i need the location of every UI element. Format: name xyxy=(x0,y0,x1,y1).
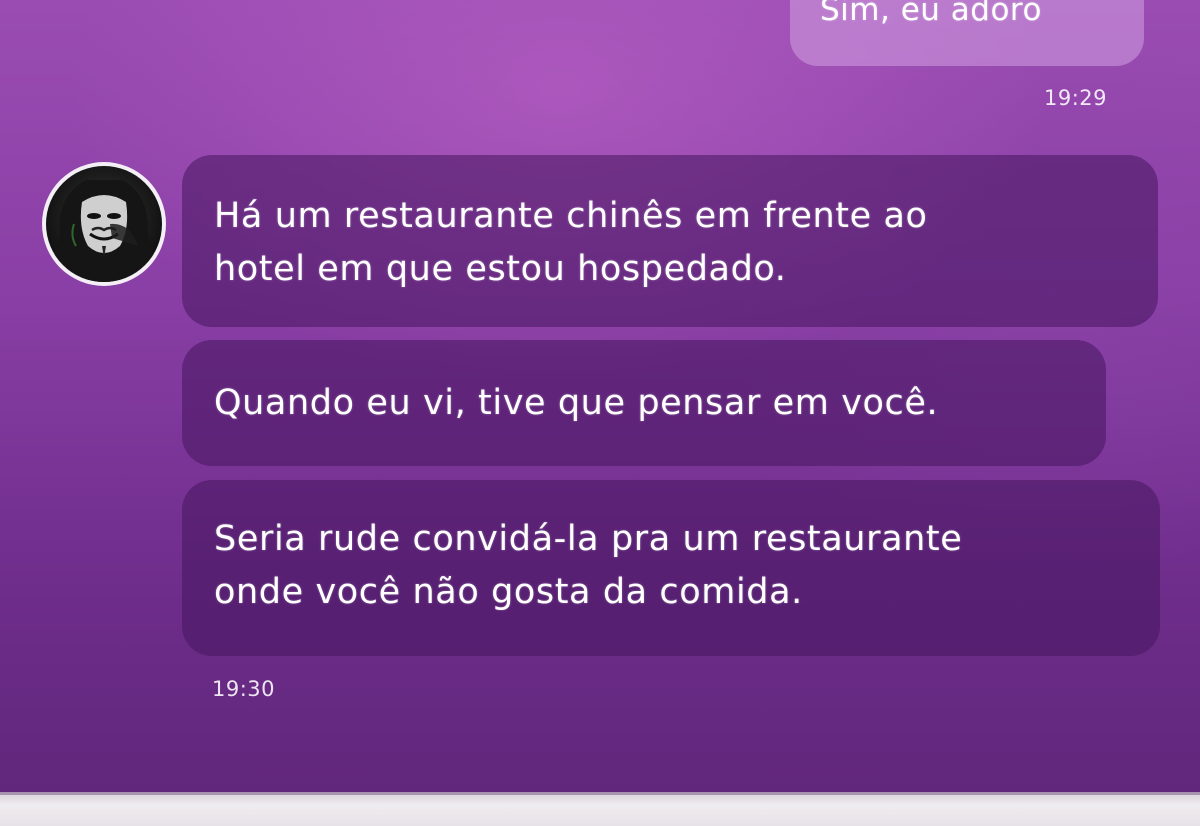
incoming-message-line: Seria rude convidá-la pra um restaurante xyxy=(214,519,963,559)
incoming-message-line: onde você não gosta da comida. xyxy=(214,572,803,612)
incoming-message-bubble[interactable]: Seria rude convidá-la pra um restaurante… xyxy=(182,480,1160,656)
incoming-message-line: Há um restaurante chinês em frente ao xyxy=(214,196,928,236)
incoming-message-line: Quando eu vi, tive que pensar em você. xyxy=(214,383,939,423)
contact-avatar[interactable] xyxy=(42,162,166,286)
chat-screen: Sim, eu adoro 19:29 Há um restaurante ch… xyxy=(0,0,1200,826)
incoming-message-bubble[interactable]: Há um restaurante chinês em frente ao ho… xyxy=(182,155,1158,327)
monitor-bezel xyxy=(0,792,1200,826)
incoming-message-bubble[interactable]: Quando eu vi, tive que pensar em você. xyxy=(182,340,1106,466)
outgoing-message-bubble[interactable]: Sim, eu adoro xyxy=(790,0,1144,66)
guy-fawkes-mask-avatar-icon xyxy=(46,166,162,282)
outgoing-message-time: 19:29 xyxy=(1044,86,1108,110)
incoming-message-time: 19:30 xyxy=(212,677,276,701)
outgoing-message-text: Sim, eu adoro xyxy=(820,0,1042,28)
incoming-message-line: hotel em que estou hospedado. xyxy=(214,249,787,289)
